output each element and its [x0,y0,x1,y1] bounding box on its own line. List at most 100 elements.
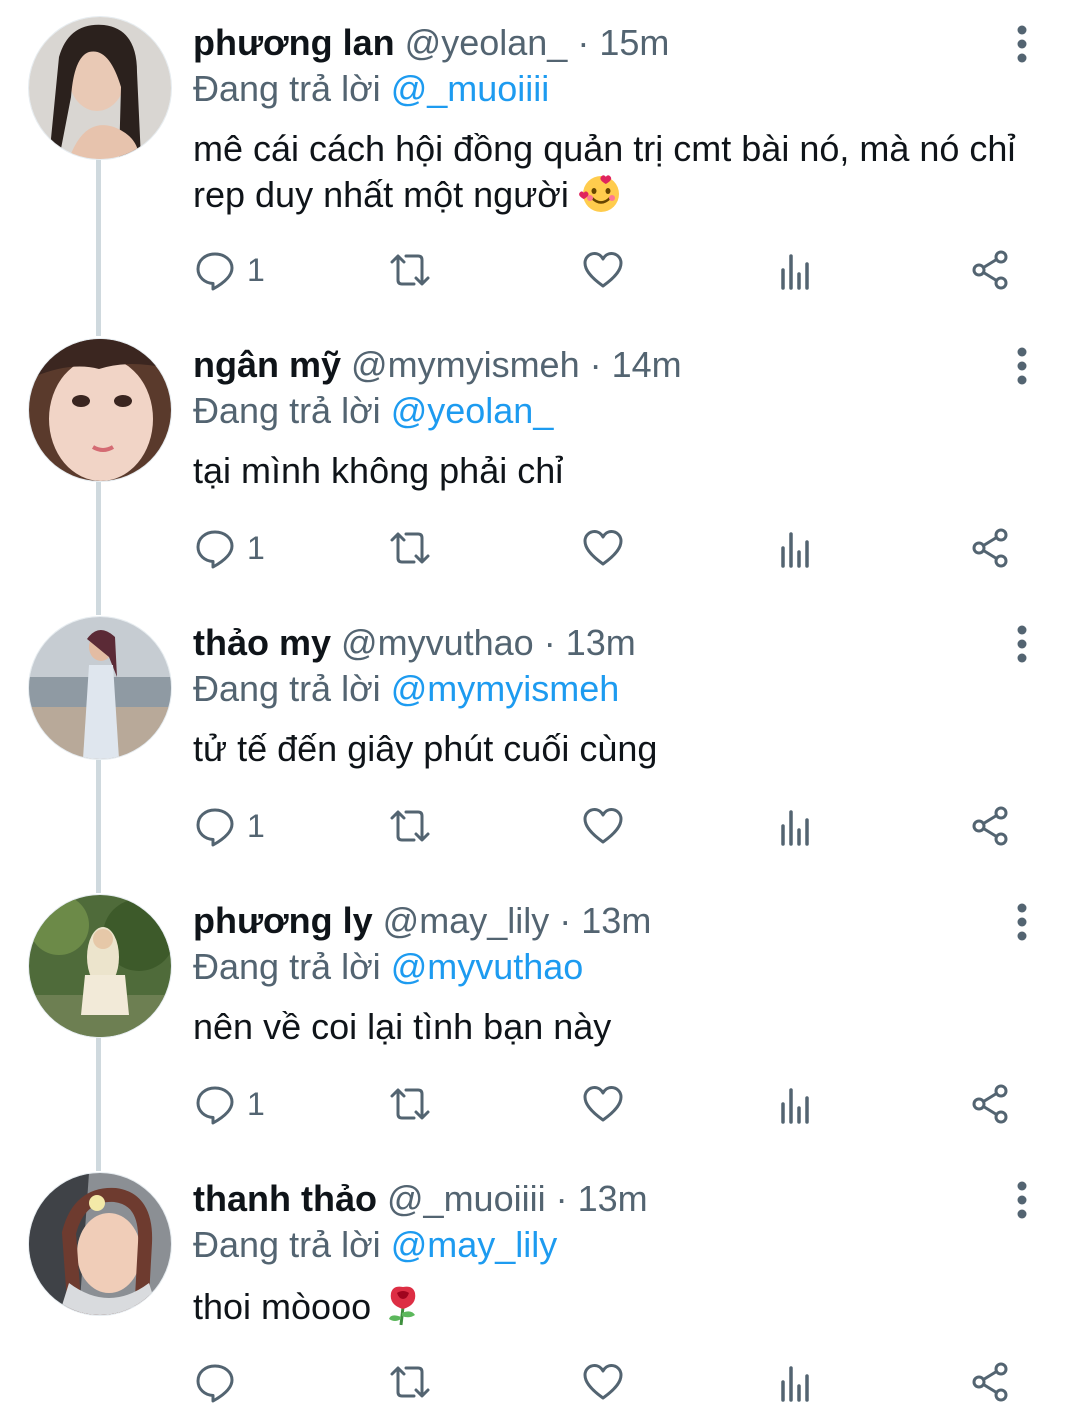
display-name[interactable]: thanh thảo [193,1178,377,1219]
more-options-button[interactable] [1000,900,1044,944]
reply-prefix: Đang trả lời [193,390,381,431]
timestamp[interactable]: 13m [581,900,651,941]
reply-count: 1 [247,1085,265,1122]
mention-link[interactable]: @yeolan_ [391,390,554,431]
share-icon [972,1362,1008,1402]
more-options-button[interactable] [1000,22,1044,66]
avatar[interactable] [28,16,172,160]
share-button[interactable] [968,520,1012,576]
tweet[interactable]: phương ly @may_lily · 13m Đang trả lời @… [0,878,1080,1156]
reply-button[interactable] [193,1354,247,1410]
tweet-actions: 1 [0,520,1080,576]
mention-link[interactable]: @mymyismeh [391,668,620,709]
timestamp[interactable]: 13m [578,1178,648,1219]
tweet[interactable]: phương lan @yeolan_ · 15m Đang trả lời @… [0,0,1080,320]
display-name[interactable]: phương ly [193,900,373,941]
separator: · [589,344,602,385]
like-button[interactable] [581,520,625,576]
tweet[interactable]: thảo my @myvuthao · 13m Đang trả lời @my… [0,600,1080,878]
tweet-header: thanh thảo @_muoiiii · 13m [193,1178,648,1220]
tweet-header: phương ly @may_lily · 13m [193,900,651,942]
tweet[interactable]: ngân mỹ @mymyismeh · 14m Đang trả lời @y… [0,322,1080,600]
retweet-button[interactable] [388,520,432,576]
reply-icon [196,530,234,569]
views-button[interactable] [775,520,819,576]
reply-button[interactable]: 1 [193,520,265,576]
replying-to: Đang trả lời @mymyismeh [193,668,619,710]
mention-link[interactable]: @_muoiiii [391,68,550,109]
rose-emoji [389,1286,416,1326]
separator: · [559,900,572,941]
views-button[interactable] [775,798,819,854]
reply-count: 1 [247,251,265,288]
share-icon [972,250,1008,290]
retweet-icon [390,1088,430,1120]
views-button[interactable] [775,1354,819,1410]
share-button[interactable] [968,1076,1012,1132]
views-button[interactable] [775,242,819,298]
display-name[interactable]: ngân mỹ [193,344,341,385]
retweet-button[interactable] [388,798,432,854]
like-button[interactable] [581,242,625,298]
mention-link[interactable]: @may_lily [391,1224,558,1265]
mention-link[interactable]: @myvuthao [391,946,584,987]
reply-button[interactable]: 1 [193,242,265,298]
share-button[interactable] [968,1354,1012,1410]
replying-to: Đang trả lời @yeolan_ [193,390,553,432]
tweet[interactable]: thanh thảo @_muoiiii · 13m Đang trả lời … [0,1156,1080,1410]
tweet-text-content: thoi mòooo [193,1286,372,1327]
timestamp[interactable]: 15m [599,22,669,63]
retweet-button[interactable] [388,242,432,298]
avatar[interactable] [28,616,172,760]
timestamp[interactable]: 14m [612,344,682,385]
views-button[interactable] [775,1076,819,1132]
heart-icon [583,1364,623,1400]
smiling-face-with-hearts-emoji [579,175,619,212]
timestamp[interactable]: 13m [566,622,636,663]
display-name[interactable]: thảo my [193,622,331,663]
user-handle[interactable]: @_muoiiii [387,1178,546,1219]
analytics-icon [781,254,809,290]
reply-button[interactable]: 1 [193,1076,265,1132]
reply-icon [196,1364,234,1403]
retweet-icon [390,254,430,286]
heart-icon [583,808,623,844]
like-button[interactable] [581,1354,625,1410]
reply-icon [196,252,234,291]
share-button[interactable] [968,242,1012,298]
user-handle[interactable]: @yeolan_ [405,22,568,63]
more-options-button[interactable] [1000,622,1044,666]
separator: · [543,622,556,663]
avatar[interactable] [28,894,172,1038]
avatar[interactable] [28,1172,172,1316]
more-vertical-icon [1017,1181,1027,1219]
reply-prefix: Đang trả lời [193,1224,381,1265]
user-handle[interactable]: @may_lily [383,900,550,941]
like-button[interactable] [581,798,625,854]
share-icon [972,1084,1008,1124]
tweet-actions [0,1354,1080,1410]
tweet-header: phương lan @yeolan_ · 15m [193,22,669,64]
reply-prefix: Đang trả lời [193,68,381,109]
avatar[interactable] [28,338,172,482]
more-options-button[interactable] [1000,344,1044,388]
retweet-button[interactable] [388,1354,432,1410]
user-handle[interactable]: @myvuthao [341,622,534,663]
tweet-text: thoi mòooo [193,1283,1033,1329]
tweet-text-content: tử tế đến giây phút cuối cùng [193,728,658,769]
user-handle[interactable]: @mymyismeh [351,344,580,385]
more-vertical-icon [1017,625,1027,663]
more-vertical-icon [1017,25,1027,63]
reply-prefix: Đang trả lời [193,946,381,987]
more-options-button[interactable] [1000,1178,1044,1222]
reply-button[interactable]: 1 [193,798,265,854]
separator: · [555,1178,568,1219]
reply-count: 1 [247,807,265,844]
tweet-text: tại mình không phải chỉ [193,449,1033,493]
like-button[interactable] [581,1076,625,1132]
share-button[interactable] [968,798,1012,854]
analytics-icon [781,1366,809,1402]
replying-to: Đang trả lời @may_lily [193,1224,557,1266]
display-name[interactable]: phương lan [193,22,395,63]
retweet-button[interactable] [388,1076,432,1132]
